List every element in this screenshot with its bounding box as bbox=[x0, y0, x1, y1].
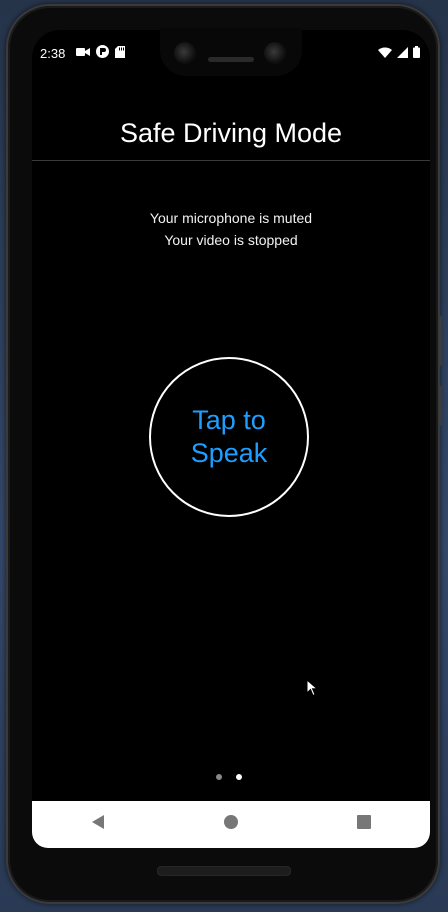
tap-to-speak-button[interactable]: Tap to Speak bbox=[149, 357, 309, 517]
video-camera-icon bbox=[76, 47, 90, 57]
status-time: 2:38 bbox=[40, 46, 66, 61]
camera-notch bbox=[160, 28, 302, 76]
navigation-bar bbox=[32, 801, 430, 848]
cellular-signal-icon bbox=[397, 46, 408, 58]
volume-button bbox=[439, 386, 442, 426]
sd-card-icon bbox=[115, 45, 125, 58]
screen: 2:38 Safe Driving Mode Your microphone i… bbox=[32, 30, 430, 848]
recents-icon bbox=[356, 815, 371, 834]
power-button bbox=[439, 316, 442, 366]
back-button[interactable] bbox=[78, 805, 118, 845]
page-dot[interactable] bbox=[216, 774, 222, 780]
home-button[interactable] bbox=[211, 805, 251, 845]
battery-icon bbox=[413, 46, 420, 58]
home-icon bbox=[223, 814, 239, 835]
speak-button-line2: Speak bbox=[190, 438, 268, 468]
page-indicator bbox=[216, 774, 242, 780]
bottom-speaker bbox=[157, 866, 291, 876]
page-title: Safe Driving Mode bbox=[119, 118, 343, 148]
speak-button-line1: Tap to bbox=[192, 405, 266, 435]
front-camera-icon bbox=[264, 42, 286, 64]
back-icon bbox=[90, 814, 106, 835]
wifi-icon bbox=[378, 46, 392, 58]
page-dot-active[interactable] bbox=[236, 774, 242, 780]
header-divider bbox=[32, 160, 430, 161]
pinwheel-app-icon bbox=[96, 45, 109, 58]
recents-button[interactable] bbox=[344, 805, 384, 845]
phone-frame: 2:38 Safe Driving Mode Your microphone i… bbox=[6, 4, 442, 904]
front-camera-icon bbox=[174, 42, 196, 64]
video-status: Your video is stopped bbox=[164, 232, 298, 248]
microphone-status: Your microphone is muted bbox=[149, 210, 313, 226]
earpiece-speaker bbox=[208, 57, 254, 62]
mouse-cursor-icon bbox=[306, 678, 319, 702]
